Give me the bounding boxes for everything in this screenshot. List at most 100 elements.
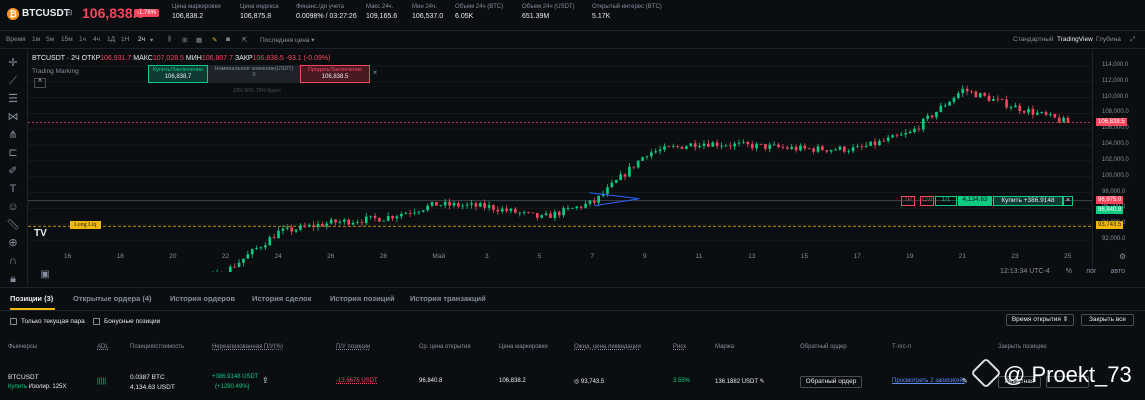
bonus-positions-checkbox[interactable]: Бонусные позиции bbox=[93, 318, 160, 325]
candle-body bbox=[496, 209, 500, 212]
ohlc-legend: BTCUSDT · 2Ч ОТКР106,931.7 МАКС107,028.5… bbox=[32, 55, 331, 62]
sl-value[interactable]: 1/1 bbox=[935, 195, 957, 206]
candle-body bbox=[777, 144, 780, 148]
candle-body bbox=[961, 88, 965, 94]
interval-1d[interactable]: 1Д bbox=[107, 36, 115, 43]
candle-body bbox=[974, 91, 978, 98]
candle-body bbox=[803, 145, 807, 149]
scale-percent[interactable]: % bbox=[1066, 268, 1072, 275]
interval-2h[interactable]: 2ч bbox=[138, 36, 145, 43]
reverse-order-button[interactable]: Обратный ордер bbox=[800, 376, 862, 388]
quick-sell-button[interactable]: Продать/Заключение 106,838.5 bbox=[300, 65, 370, 83]
candle-body bbox=[562, 208, 565, 216]
text-icon[interactable]: T bbox=[6, 182, 20, 196]
quick-buy-button[interactable]: Купить/Заключение 106,838.7 bbox=[148, 65, 208, 83]
candle-body bbox=[873, 141, 877, 146]
brush-icon[interactable]: ✐ bbox=[6, 164, 20, 178]
price-tick: 98,000.0 bbox=[1102, 188, 1126, 195]
view-standard[interactable]: Стандартный bbox=[1013, 36, 1054, 43]
candle-body bbox=[856, 146, 859, 148]
pattern-icon[interactable]: ⋈ bbox=[6, 110, 20, 124]
notional-input[interactable]: Номинальное значение(USDT) 0 bbox=[208, 65, 300, 83]
interval-1h[interactable]: 1ч bbox=[79, 36, 86, 43]
open-time-select[interactable]: Время открытия ⇕ bbox=[1006, 314, 1074, 326]
candle-body bbox=[825, 150, 829, 152]
candle-body bbox=[465, 204, 469, 206]
scale-auto[interactable]: авто bbox=[1111, 268, 1125, 275]
only-current-pair-checkbox[interactable]: Только текущая пара bbox=[10, 318, 85, 325]
date-axis[interactable]: 16 18 20 22 24 26 28 Май 3 5 7 9 11 13 15 17 19 21 23 25 bbox=[28, 250, 1092, 264]
trend-line-icon[interactable]: ⟋ bbox=[6, 74, 20, 88]
share-icon[interactable]: ⇪ bbox=[262, 376, 269, 385]
close-all-button[interactable]: Закрыть все bbox=[1081, 314, 1134, 326]
price-axis[interactable]: 114,000.0 112,000.0 110,000.0 108,000.0 106,… bbox=[1092, 50, 1145, 272]
horizontal-lines-icon[interactable]: ☰ bbox=[6, 92, 20, 106]
emoji-icon[interactable]: ☺ bbox=[6, 200, 20, 214]
view-tradingview[interactable]: TradingView bbox=[1057, 36, 1093, 43]
view-depth[interactable]: Глубина bbox=[1096, 36, 1121, 43]
collapse-chevron-icon[interactable]: ^ bbox=[34, 78, 46, 88]
candle-body bbox=[1000, 98, 1004, 100]
price-type-select[interactable]: Последняя цена ▾ bbox=[260, 36, 315, 44]
scale-log[interactable]: лог bbox=[1086, 268, 1097, 275]
interval-4h[interactable]: 4ч bbox=[93, 36, 100, 43]
crosshair-icon[interactable]: ✛ bbox=[6, 56, 20, 70]
interval-dropdown-icon[interactable]: ▾ bbox=[150, 36, 153, 44]
candle-body bbox=[807, 148, 811, 150]
tp-button[interactable]: TP bbox=[901, 195, 915, 206]
lock-icon[interactable]: 🔒︎ bbox=[6, 272, 20, 286]
candle-body bbox=[821, 146, 824, 151]
close-icon[interactable]: × bbox=[370, 68, 380, 78]
magnet-icon[interactable]: ∩ bbox=[6, 254, 20, 268]
candle-body bbox=[544, 213, 548, 216]
candle-body bbox=[970, 91, 973, 93]
candle-body bbox=[588, 200, 592, 204]
edit-tpsl-icon[interactable]: ✎ bbox=[962, 377, 968, 385]
tab-order-history[interactable]: История ордеров bbox=[170, 294, 235, 303]
date-tick: 19 bbox=[906, 253, 914, 260]
stat-volume-btc: Объем 24ч (BTC) 6.05K bbox=[455, 4, 504, 20]
interval-1m[interactable]: 1м bbox=[32, 36, 40, 43]
fullscreen-icon[interactable]: ⤢ bbox=[1130, 36, 1135, 44]
interval-5m[interactable]: 5м bbox=[46, 36, 54, 43]
close-position-icon[interactable]: × bbox=[1063, 195, 1073, 206]
interval-15m[interactable]: 15м bbox=[61, 36, 73, 43]
tab-trade-history[interactable]: История сделок bbox=[252, 294, 311, 303]
pro-tools-icon[interactable]: ✎ bbox=[212, 36, 217, 44]
change-badge: -1.76% bbox=[134, 9, 160, 17]
row-symbol[interactable]: BTCUSDT bbox=[8, 374, 39, 381]
candle-body bbox=[702, 143, 706, 146]
candle-body bbox=[794, 146, 798, 151]
fibonacci-icon[interactable]: ⋔ bbox=[6, 128, 20, 142]
zoom-icon[interactable]: ⊕ bbox=[6, 236, 20, 250]
candle-body bbox=[755, 143, 758, 149]
candle-body bbox=[549, 213, 552, 219]
size-presets[interactable]: 10% 50% 75% Кратн bbox=[233, 88, 281, 94]
tab-positions[interactable]: Позиции (3) bbox=[10, 294, 53, 303]
candle-type-icon[interactable]: ⫼ bbox=[168, 36, 171, 44]
projection-icon[interactable]: ⊏ bbox=[6, 146, 20, 160]
symbol-menu-icon[interactable]: ⊟ bbox=[66, 8, 73, 17]
tpsl-link[interactable]: Просмотреть 2 записи(ей) bbox=[892, 378, 965, 384]
chart-toolbar: Время 1м 5м 15м 1ч 4ч 1Д 1Н 2ч ▾ ⫼ ⊞ ▦ ✎… bbox=[0, 32, 1145, 49]
sl-button[interactable]: С/Л bbox=[920, 195, 934, 206]
tab-transaction-history[interactable]: История транзакций bbox=[410, 294, 486, 303]
ruler-icon[interactable]: 📏︎ bbox=[6, 218, 20, 232]
current-price-badge: 106,838.5 bbox=[1096, 117, 1127, 126]
tab-position-history[interactable]: История позиций bbox=[330, 294, 395, 303]
symbol-name[interactable]: BTCUSDT bbox=[22, 8, 70, 19]
candle-body bbox=[939, 105, 943, 112]
candle-body bbox=[641, 157, 644, 161]
col-adl: ADL bbox=[97, 344, 109, 350]
trend-drawing[interactable] bbox=[589, 192, 640, 207]
grid-icon[interactable]: ▦ bbox=[196, 36, 202, 44]
edit-margin-icon[interactable]: ✎ bbox=[760, 379, 765, 385]
expand-icon[interactable]: ⇱ bbox=[242, 36, 247, 44]
indicators-icon[interactable]: ⊞ bbox=[182, 36, 187, 44]
interval-1w[interactable]: 1Н bbox=[121, 36, 129, 43]
candle-body bbox=[632, 166, 636, 168]
price-chart[interactable]: BTCUSDT · 2Ч ОТКР106,931.7 МАКС107,028.5… bbox=[28, 50, 1092, 272]
settings-gear-icon[interactable]: ⚙ bbox=[1119, 252, 1126, 261]
tab-open-orders[interactable]: Открытые ордера (4) bbox=[73, 294, 152, 303]
camera-icon[interactable]: ◙ bbox=[226, 36, 230, 43]
